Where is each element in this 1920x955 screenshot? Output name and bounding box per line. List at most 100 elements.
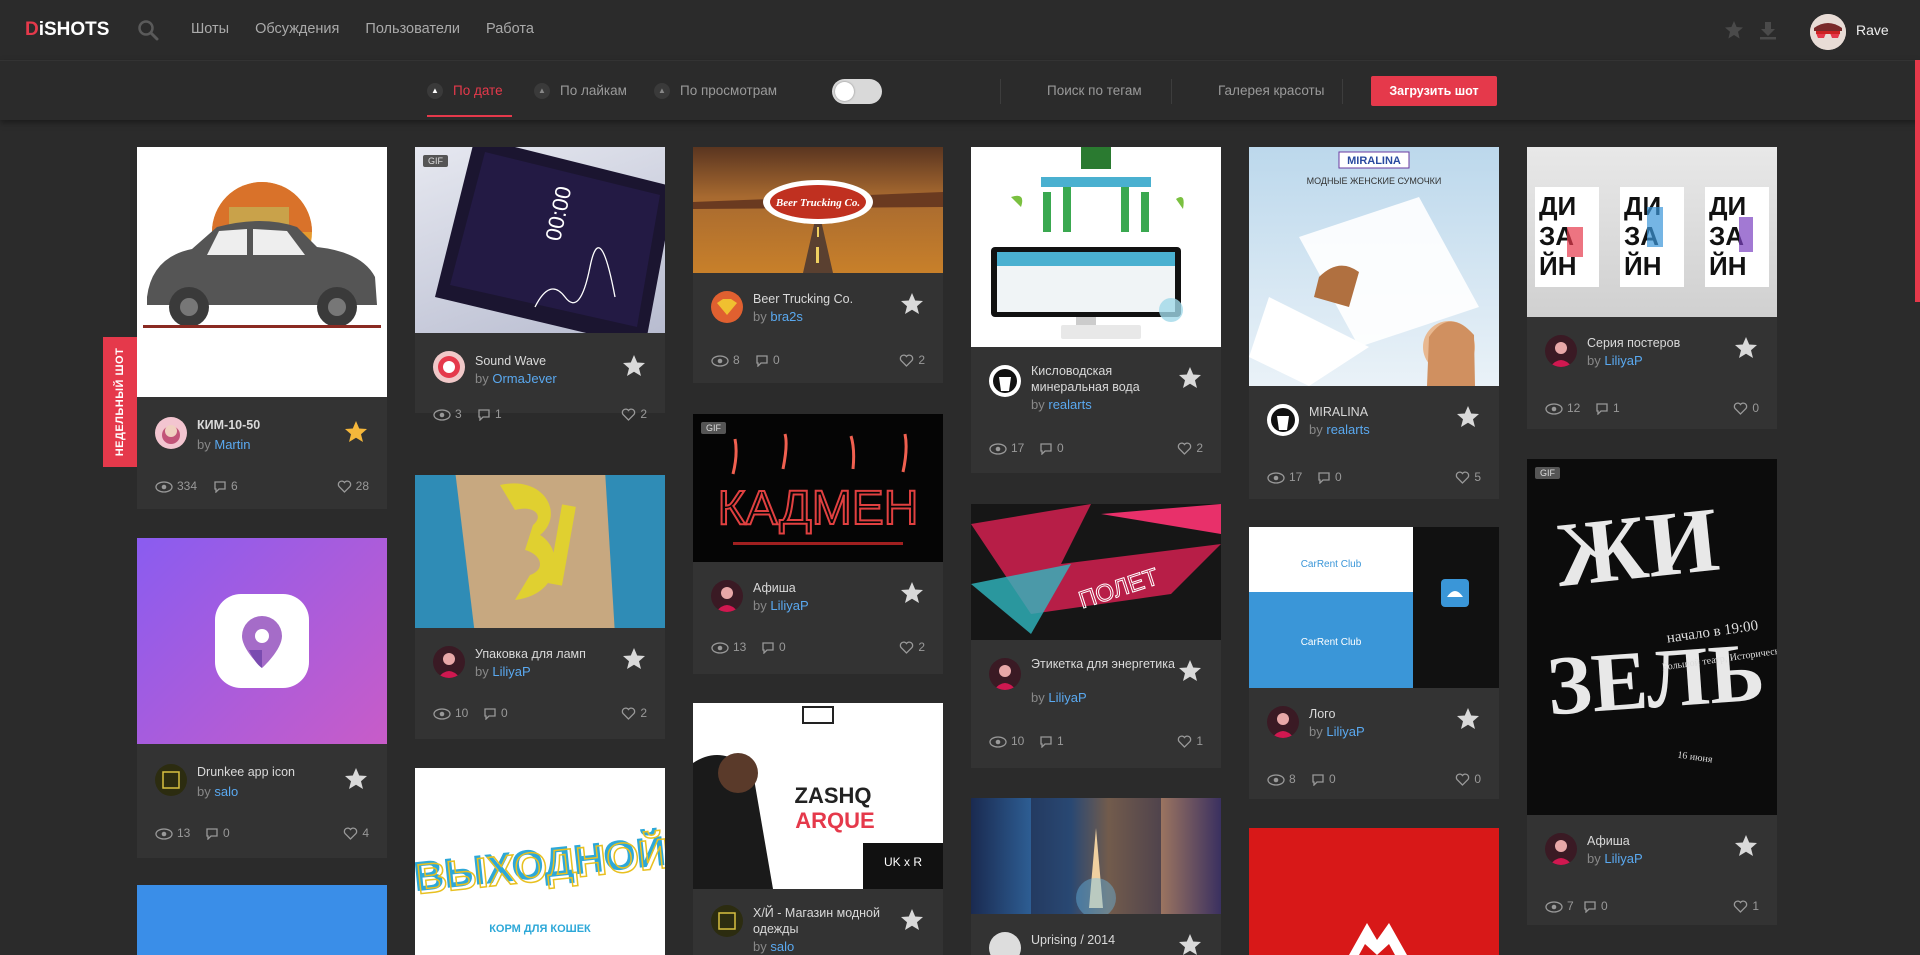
star-icon[interactable]	[621, 353, 647, 379]
shot-image[interactable]	[137, 147, 387, 397]
author-avatar[interactable]	[989, 365, 1021, 397]
author-link[interactable]: salo	[770, 939, 794, 954]
search-icon[interactable]	[137, 19, 159, 41]
shot-title[interactable]: Drunkee app icon	[197, 764, 347, 780]
download-icon[interactable]	[1758, 20, 1778, 40]
sort-by-views[interactable]: ▲ По просмотрам	[654, 83, 777, 100]
shot-title[interactable]: Афиша	[753, 580, 903, 596]
author-avatar[interactable]	[433, 351, 465, 383]
shot-card[interactable]: CarRent Club CarRent Club Лого by LiliyaP…	[1249, 527, 1499, 799]
author-link[interactable]: LiliyaP	[770, 598, 808, 613]
author-avatar[interactable]	[989, 932, 1021, 955]
shot-image[interactable]: 00:00 GIF	[415, 147, 665, 333]
user-avatar[interactable]	[1810, 14, 1846, 50]
star-icon[interactable]	[1733, 833, 1759, 859]
shot-title[interactable]: Упаковка для ламп	[475, 646, 625, 662]
star-icon[interactable]	[1177, 365, 1203, 391]
star-icon[interactable]	[1455, 404, 1481, 430]
shot-image[interactable]	[971, 798, 1221, 914]
author-link[interactable]: LiliyaP	[1604, 353, 1642, 368]
gallery-link[interactable]: Галерея красоты	[1218, 83, 1324, 98]
nav-item-users[interactable]: Пользователи	[365, 21, 460, 37]
author-link[interactable]: LiliyaP	[1048, 690, 1086, 705]
author-link[interactable]: realarts	[1326, 422, 1369, 437]
star-icon[interactable]	[1733, 335, 1759, 361]
shot-card[interactable]	[137, 885, 387, 955]
author-link[interactable]: realarts	[1048, 397, 1091, 412]
author-link[interactable]: Martin	[214, 437, 250, 452]
shot-title[interactable]: Кисловодская минеральная вода	[1031, 363, 1181, 395]
shot-card[interactable]: Beer Trucking Co. Beer Trucking Co. by b…	[693, 147, 943, 383]
shot-image[interactable]	[1249, 828, 1499, 955]
logo[interactable]: DiSHOTS	[25, 19, 109, 41]
star-icon[interactable]	[899, 291, 925, 317]
author-avatar[interactable]	[711, 905, 743, 937]
shot-image[interactable]: ВЫХОДНОЙ ВЫХОДНОЙ КОРМ ДЛЯ КОШЕК	[415, 768, 665, 955]
shot-title[interactable]: Beer Trucking Co.	[753, 291, 903, 307]
author-link[interactable]: LiliyaP	[1326, 724, 1364, 739]
tag-search-link[interactable]: Поиск по тегам	[1047, 83, 1142, 98]
shot-card[interactable]: ВЫХОДНОЙ ВЫХОДНОЙ КОРМ ДЛЯ КОШЕК	[415, 768, 665, 955]
shot-title[interactable]: Этикетка для энергетика	[1031, 656, 1181, 672]
shot-card[interactable]: ДИ ЗА ЙН ДИ ЗА ЙН ДИ ЗА ЙН Серия постеров by L…	[1527, 147, 1777, 429]
author-link[interactable]: LiliyaP	[492, 664, 530, 679]
favorites-star-icon[interactable]	[1724, 20, 1744, 40]
star-icon[interactable]	[1177, 932, 1203, 955]
sort-by-likes[interactable]: ▲ По лайкам	[534, 83, 627, 100]
shot-title[interactable]: Sound Wave	[475, 353, 625, 369]
shot-image[interactable]: ZASHQ ARQUE UK x R	[693, 703, 943, 889]
shot-title[interactable]: КИМ-10-50	[197, 417, 347, 433]
upload-shot-button[interactable]: Загрузить шот	[1371, 76, 1497, 106]
author-avatar[interactable]	[1545, 335, 1577, 367]
shot-card[interactable]	[1249, 828, 1499, 955]
shot-image[interactable]	[137, 538, 387, 744]
author-avatar[interactable]	[155, 764, 187, 796]
shot-title[interactable]: Лого	[1309, 706, 1459, 722]
shot-card[interactable]: Кисловодская минеральная вода by realart…	[971, 147, 1221, 473]
star-icon[interactable]	[1455, 706, 1481, 732]
shot-card[interactable]: ЖИ ЗЕЛЬ начало в 19:00 Большой театр, Ис…	[1527, 459, 1777, 925]
author-avatar[interactable]	[989, 658, 1021, 690]
shot-card[interactable]: Drunkee app icon by salo 13 0 4	[137, 538, 387, 858]
star-icon[interactable]	[621, 646, 647, 672]
shot-card[interactable]: Uprising / 2014	[971, 798, 1221, 955]
author-link[interactable]: salo	[214, 784, 238, 799]
sort-by-date[interactable]: ▲ По дате	[427, 83, 503, 100]
shot-image[interactable]: ДИ ЗА ЙН ДИ ЗА ЙН ДИ ЗА ЙН	[1527, 147, 1777, 317]
star-icon[interactable]	[343, 419, 369, 445]
shot-image[interactable]	[971, 147, 1221, 347]
author-link[interactable]: bra2s	[770, 309, 803, 324]
author-avatar[interactable]	[711, 580, 743, 612]
shot-image[interactable]: ПОЛЕТ	[971, 504, 1221, 640]
shot-card[interactable]: 00:00 GIF Sound Wave by OrmaJever 3 1 2	[415, 147, 665, 422]
author-avatar[interactable]	[1267, 706, 1299, 738]
user-name[interactable]: Rave	[1856, 22, 1889, 38]
star-icon[interactable]	[899, 580, 925, 606]
shot-title[interactable]: Х/Й - Магазин модной одежды	[753, 905, 903, 937]
author-link[interactable]: OrmaJever	[492, 371, 556, 386]
shot-image[interactable]: ЖИ ЗЕЛЬ начало в 19:00 Большой театр, Ис…	[1527, 459, 1777, 815]
shot-title[interactable]: MIRALINA	[1309, 404, 1459, 420]
shot-card[interactable]: КАДМЕН GIF Афиша by LiliyaP 13 0 2	[693, 414, 943, 674]
nav-item-shots[interactable]: Шоты	[191, 21, 229, 37]
star-icon[interactable]	[1177, 658, 1203, 684]
author-link[interactable]: LiliyaP	[1604, 851, 1642, 866]
view-toggle[interactable]	[832, 79, 882, 104]
author-avatar[interactable]	[155, 417, 187, 449]
shot-image[interactable]: КАДМЕН GIF	[693, 414, 943, 562]
shot-card[interactable]: Упаковка для ламп by LiliyaP 10 0 2	[415, 475, 665, 739]
shot-title[interactable]: Серия постеров	[1587, 335, 1737, 351]
nav-item-discussions[interactable]: Обсуждения	[255, 21, 339, 37]
shot-title[interactable]: Uprising / 2014	[1031, 932, 1181, 948]
author-avatar[interactable]	[711, 291, 743, 323]
scrollbar-thumb[interactable]	[1915, 60, 1920, 302]
shot-image[interactable]	[415, 475, 665, 628]
nav-item-jobs[interactable]: Работа	[486, 21, 534, 37]
shot-title[interactable]: Афиша	[1587, 833, 1737, 849]
author-avatar[interactable]	[1267, 404, 1299, 436]
star-icon[interactable]	[343, 766, 369, 792]
shot-image[interactable]: CarRent Club CarRent Club	[1249, 527, 1499, 688]
author-avatar[interactable]	[1545, 833, 1577, 865]
shot-card[interactable]: ZASHQ ARQUE UK x R Х/Й - Магазин модной од…	[693, 703, 943, 955]
shot-card[interactable]: КИМ-10-50 by Martin 334 6 28	[137, 147, 387, 509]
